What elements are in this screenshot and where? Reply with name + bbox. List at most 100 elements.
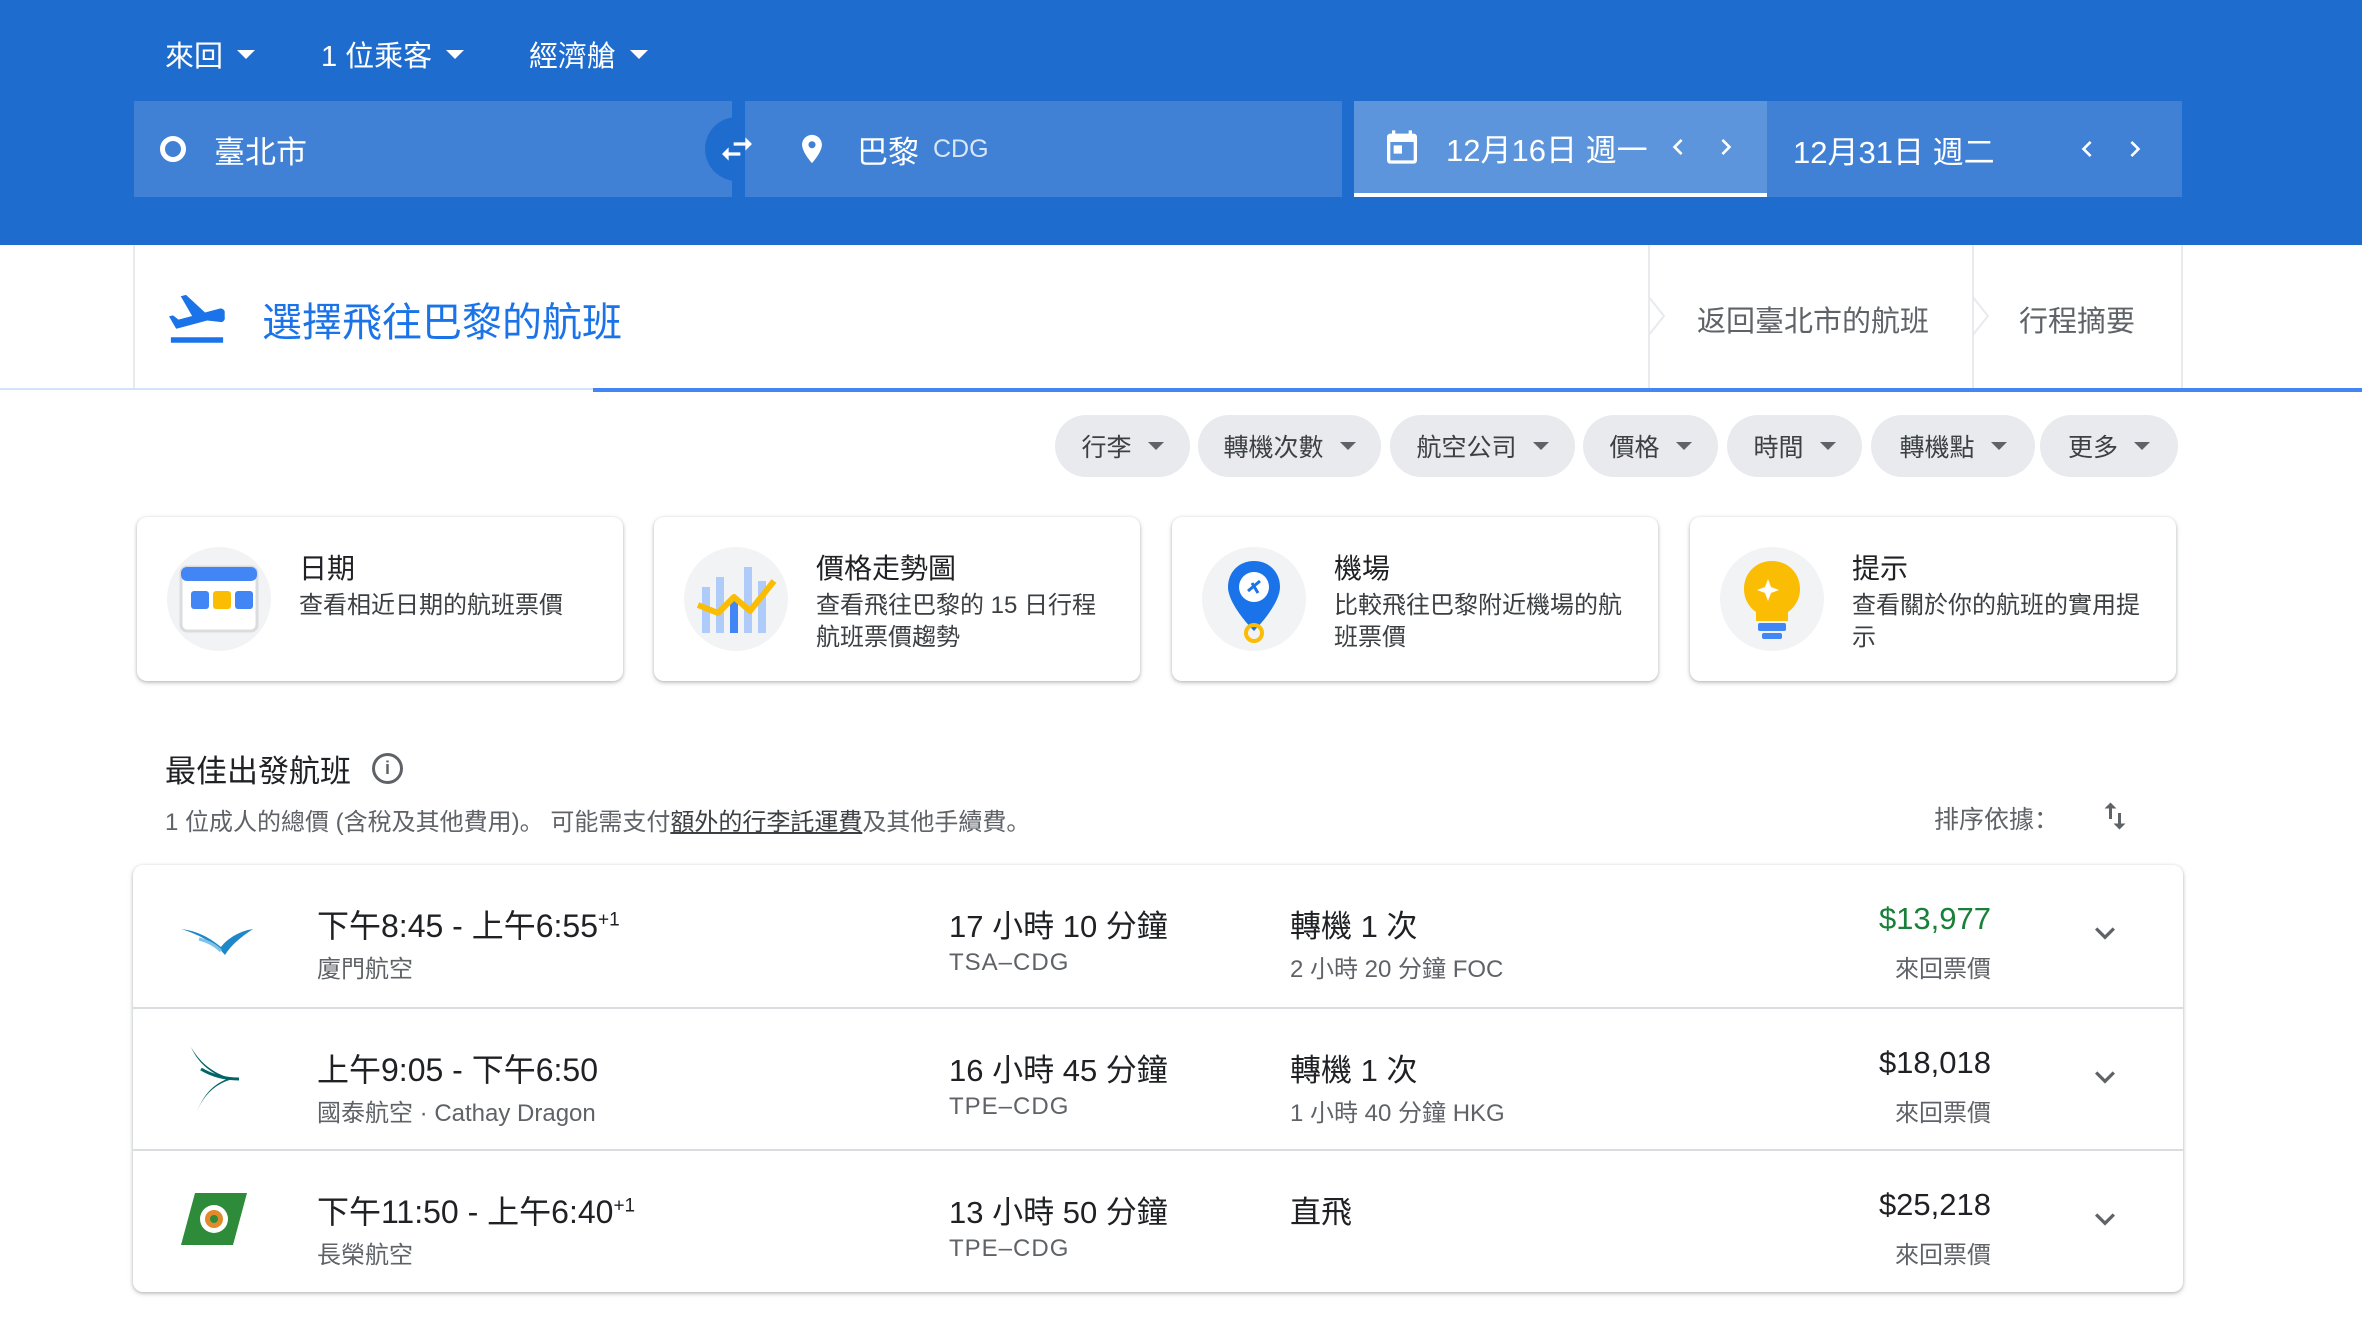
results-title: 最佳出發航班 <box>165 754 351 789</box>
price-type: 來回票價 <box>1895 1242 1991 1269</box>
return-date-field[interactable]: 12月31日 週二 <box>1767 101 2182 197</box>
cabin-label: 經濟艙 <box>529 41 617 73</box>
insight-title: 機場 <box>1334 553 1391 584</box>
airline-name: 國泰航空 · Cathay Dragon <box>317 1100 596 1127</box>
chevron-left-icon <box>2081 141 2092 157</box>
trip-type-label: 來回 <box>165 41 224 73</box>
flight-stops: 轉機 1 次 <box>1290 909 1418 944</box>
insight-desc: 查看飛往巴黎的 15 日行程航班票價趨勢 <box>816 592 1097 651</box>
origin-field[interactable]: 臺北市 <box>134 101 732 197</box>
filter-chip-baggage[interactable]: 行李 <box>1055 415 1190 477</box>
filter-chip-stops[interactable]: 轉機次數 <box>1198 415 1381 477</box>
caret-down-icon <box>1147 442 1164 450</box>
filter-chip-airlines[interactable]: 航空公司 <box>1390 415 1575 477</box>
flight-duration: 13 小時 50 分鐘 <box>949 1195 1168 1230</box>
flight-layover: 2 小時 20 分鐘 FOC <box>1290 956 1504 983</box>
sort-label: 排序依據： <box>1934 806 2060 834</box>
caret-down-icon <box>446 49 465 59</box>
flight-row[interactable]: 下午11:50 - 上午6:40+1 長榮航空 13 小時 50 分鐘 TPE–… <box>133 1149 2183 1291</box>
flight-results-list: 下午8:45 - 上午6:55+1 廈門航空 17 小時 10 分鐘 TSA–C… <box>133 865 2183 1292</box>
expand-chevron-icon[interactable] <box>2085 913 2125 953</box>
flight-duration: 16 小時 45 分鐘 <box>949 1053 1168 1088</box>
insight-title: 價格走勢圖 <box>816 553 957 584</box>
depart-date-value: 12月16日 週一 <box>1446 132 1648 168</box>
destination-field[interactable]: 巴黎 CDG <box>745 101 1342 197</box>
expand-chevron-icon[interactable] <box>2085 1199 2125 1239</box>
insight-card-price-graph[interactable]: 價格走勢圖 查看飛往巴黎的 15 日行程航班票價趨勢 <box>654 517 1140 681</box>
baggage-fees-link[interactable]: 額外的行李託運費 <box>670 809 862 836</box>
subtitle-text: 1 位成人的總價 (含稅及其他費用)。 可能需支付 <box>165 809 671 836</box>
caret-down-icon <box>1675 442 1692 450</box>
passengers-select[interactable]: 1 位乘客 <box>321 32 465 76</box>
price-graph-icon <box>684 547 788 651</box>
depart-prev-button[interactable] <box>1658 127 1698 167</box>
flight-stops: 直飛 <box>1290 1195 1352 1230</box>
filter-chip-label: 價格 <box>1609 434 1660 462</box>
flight-stops: 轉機 1 次 <box>1290 1053 1418 1088</box>
origin-circle-icon <box>160 136 186 162</box>
destination-code: CDG <box>933 134 989 163</box>
location-pin-icon <box>802 134 822 164</box>
filter-chip-times[interactable]: 時間 <box>1727 415 1862 477</box>
filter-chip-price[interactable]: 價格 <box>1583 415 1718 477</box>
subtitle-text: 及其他手續費。 <box>862 809 1031 836</box>
flight-times: 上午9:05 - 下午6:50 <box>317 1052 599 1088</box>
depart-date-field[interactable]: 12月16日 週一 <box>1354 101 1767 197</box>
airport-pin-icon <box>1202 547 1306 651</box>
chevron-right-icon <box>2130 141 2140 157</box>
filter-chip-connecting[interactable]: 轉機點 <box>1871 415 2035 477</box>
insight-desc: 比較飛往巴黎附近機場的航班票價 <box>1334 592 1622 651</box>
flight-takeoff-icon <box>169 294 225 343</box>
cabin-select[interactable]: 經濟艙 <box>529 32 649 76</box>
filter-chip-label: 時間 <box>1753 434 1804 462</box>
flight-row[interactable]: 下午8:45 - 上午6:55+1 廈門航空 17 小時 10 分鐘 TSA–C… <box>133 865 2183 1007</box>
caret-down-icon <box>1532 442 1549 450</box>
origin-value: 臺北市 <box>214 134 307 170</box>
flight-price: $25,218 <box>1878 1187 1991 1222</box>
calendar-icon <box>1387 130 1417 164</box>
passengers-label: 1 位乘客 <box>321 41 433 73</box>
flight-row[interactable]: 上午9:05 - 下午6:50 國泰航空 · Cathay Dragon 16 … <box>133 1007 2183 1149</box>
airline-name: 廈門航空 <box>317 956 413 983</box>
expand-chevron-icon[interactable] <box>2085 1057 2125 1097</box>
flight-layover: 1 小時 40 分鐘 HKG <box>1290 1100 1505 1127</box>
info-icon[interactable]: i <box>372 753 403 784</box>
sort-icon[interactable] <box>2097 796 2133 836</box>
depart-next-button[interactable] <box>1706 127 1746 167</box>
return-next-button[interactable] <box>2115 129 2155 169</box>
price-type: 來回票價 <box>1895 1100 1991 1127</box>
insight-card-tips[interactable]: 提示 查看關於你的航班的實用提示 <box>1690 517 2176 681</box>
filter-chip-label: 航空公司 <box>1416 434 1517 462</box>
flight-route: TPE–CDG <box>949 1093 1070 1120</box>
caret-down-icon <box>1990 442 2007 450</box>
step-arrow-icon <box>1648 296 1666 336</box>
flight-price: $18,018 <box>1878 1045 1991 1080</box>
chevron-left-icon <box>1672 139 1683 155</box>
chevron-right-icon <box>1721 139 1731 155</box>
lightbulb-icon <box>1720 547 1824 651</box>
insight-card-airports[interactable]: 機場 比較飛往巴黎附近機場的航班票價 <box>1172 517 1658 681</box>
insight-desc: 查看相近日期的航班票價 <box>299 592 563 619</box>
progress-bar <box>593 388 2362 392</box>
filter-chip-label: 轉機次數 <box>1223 434 1324 462</box>
caret-down-icon <box>1819 442 1836 450</box>
filter-chip-label: 更多 <box>2067 434 2118 462</box>
caret-down-icon <box>630 49 649 59</box>
filter-chip-more[interactable]: 更多 <box>2040 415 2178 477</box>
step-return-flight[interactable]: 返回臺北市的航班 <box>1697 298 1929 340</box>
flight-times: 下午8:45 - 上午6:55+1 <box>317 908 620 944</box>
flight-route: TPE–CDG <box>949 1235 1070 1262</box>
caret-down-icon <box>1339 442 1356 450</box>
return-prev-button[interactable] <box>2067 129 2107 169</box>
airline-name: 長榮航空 <box>317 1242 413 1269</box>
step-summary[interactable]: 行程摘要 <box>2019 298 2135 340</box>
flight-price: $13,977 <box>1878 901 1991 936</box>
price-type: 來回票價 <box>1895 956 1991 983</box>
caret-down-icon <box>2134 442 2150 450</box>
insight-card-dates[interactable]: 日期 查看相近日期的航班票價 <box>137 517 623 681</box>
filter-chip-label: 行李 <box>1081 434 1132 462</box>
insight-title: 提示 <box>1852 553 1909 584</box>
trip-type-select[interactable]: 來回 <box>165 32 256 76</box>
xiamen-airlines-logo <box>181 929 253 955</box>
caret-down-icon <box>237 49 256 59</box>
